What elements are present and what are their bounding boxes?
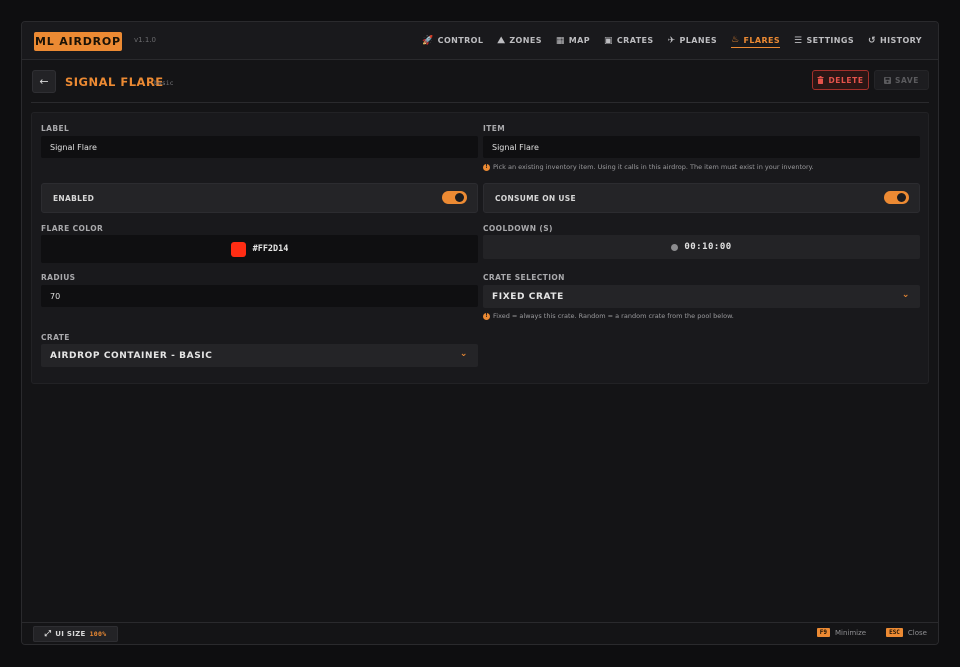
item-hint-text: Pick an existing inventory item. Using i…: [493, 163, 814, 171]
radius-input[interactable]: 70: [41, 285, 478, 307]
consume-toggle-row[interactable]: CONSUME ON USE: [483, 183, 920, 213]
crate-icon: ▣: [603, 35, 613, 46]
nav-item-control[interactable]: 🚀 CONTROL: [422, 33, 483, 48]
enabled-toggle-row[interactable]: ENABLED: [41, 183, 478, 213]
floppy-icon: [883, 76, 891, 84]
top-bar: ML AIRDROP v1.1.0 🚀 CONTROL ⛰ ZONES ▦ MAP ▣ CRA…: [22, 22, 938, 60]
toggle-knob: [455, 193, 464, 202]
cooldown-label: COOLDOWN (S): [483, 224, 553, 233]
map-icon: ▦: [555, 35, 565, 46]
crate-selection-hint: ! Fixed = always this crate. Random = a …: [483, 312, 734, 320]
app-logo: ML AIRDROP: [34, 32, 122, 51]
nav-item-label: SETTINGS: [806, 36, 855, 45]
footer-bar: ⤢ UI SIZE 100% F9 Minimize ESC Close: [22, 622, 938, 644]
delete-button[interactable]: DELETE: [812, 70, 869, 90]
label-field-label: LABEL: [41, 124, 70, 133]
crate-label: CRATE: [41, 333, 70, 342]
cooldown-value: 00:10:00: [684, 242, 732, 252]
nav-item-settings[interactable]: ☰ SETTINGS: [794, 33, 854, 48]
flare-color-picker[interactable]: #FF2D14: [41, 235, 478, 263]
nav-item-flares[interactable]: ♨ FLARES: [731, 33, 781, 48]
flare-form: LABEL Signal Flare ENABLED FLARE COLOR #…: [31, 112, 929, 384]
nav-item-label: CONTROL: [437, 36, 484, 45]
zones-icon: ⛰: [497, 35, 506, 46]
ui-size-button[interactable]: ⤢ UI SIZE 100%: [33, 626, 118, 642]
minimize-key: F9: [816, 628, 830, 637]
app-window: ML AIRDROP v1.1.0 🚀 CONTROL ⛰ ZONES ▦ MAP ▣ CRA…: [21, 21, 939, 645]
hotkeys: F9 Minimize ESC Close: [816, 628, 927, 637]
nav-item-map[interactable]: ▦ MAP: [556, 33, 590, 48]
nav-item-label: PLANES: [679, 36, 718, 45]
nav-item-label: CRATES: [616, 36, 654, 45]
minimize-hotkey[interactable]: F9 Minimize: [816, 628, 867, 637]
enabled-toggle[interactable]: [442, 191, 467, 204]
nav-item-label: ZONES: [509, 36, 542, 45]
crate-selection-label: CRATE SELECTION: [483, 273, 565, 282]
plane-icon: ✈: [667, 35, 676, 46]
enabled-label: ENABLED: [53, 194, 95, 203]
info-icon: !: [483, 163, 490, 171]
crate-select[interactable]: AIRDROP CONTAINER - BASIC ⌄: [41, 344, 478, 367]
item-label: ITEM: [483, 124, 506, 133]
close-hotkey[interactable]: ESC Close: [886, 628, 927, 637]
flare-color-label: FLARE COLOR: [41, 224, 104, 233]
history-icon: ↺: [868, 35, 876, 46]
info-icon: !: [483, 312, 490, 320]
clock-icon: [671, 243, 679, 251]
close-label: Close: [907, 628, 927, 637]
minimize-label: Minimize: [834, 628, 867, 637]
crate-selection-hint-text: Fixed = always this crate. Random = a ra…: [493, 312, 734, 320]
color-swatch[interactable]: [230, 241, 246, 257]
arrow-left-icon: ←: [39, 75, 49, 88]
crate-select-value: AIRDROP CONTAINER - BASIC: [50, 350, 213, 361]
nav-item-zones[interactable]: ⛰ ZONES: [497, 33, 542, 48]
crate-selection-value: FIXED CRATE: [492, 291, 564, 302]
save-button[interactable]: SAVE: [874, 70, 929, 90]
label-input[interactable]: Signal Flare: [41, 136, 478, 158]
app-version: v1.1.0: [134, 36, 156, 44]
flame-icon: ♨: [731, 35, 740, 45]
close-key: ESC: [886, 628, 903, 637]
trash-icon: [817, 76, 824, 84]
main-nav: 🚀 CONTROL ⛰ ZONES ▦ MAP ▣ CRATES ✈ PLANES ♨ FLARES ☰…: [422, 33, 922, 48]
save-label: SAVE: [894, 75, 920, 85]
nav-item-crates[interactable]: ▣ CRATES: [604, 33, 654, 48]
nav-item-label: HISTORY: [879, 36, 922, 45]
ui-size-value: 100%: [89, 630, 107, 638]
crate-selection-select[interactable]: FIXED CRATE ⌄: [483, 285, 920, 308]
resize-icon: ⤢: [44, 629, 52, 638]
consume-label: CONSUME ON USE: [495, 194, 576, 203]
back-button[interactable]: ←: [32, 70, 56, 93]
nav-item-planes[interactable]: ✈ PLANES: [668, 33, 717, 48]
sliders-icon: ☰: [794, 35, 803, 46]
delete-label: DELETE: [828, 75, 864, 85]
consume-toggle[interactable]: [884, 191, 909, 204]
chevron-down-icon: ⌄: [459, 349, 468, 359]
page-title: SIGNAL FLARE: [65, 75, 164, 89]
radius-label: RADIUS: [41, 273, 76, 282]
item-hint: ! Pick an existing inventory item. Using…: [483, 163, 814, 171]
chevron-down-icon: ⌄: [901, 290, 910, 300]
page-header: ← SIGNAL FLARE basic DELETE SAVE: [31, 69, 929, 103]
flare-color-value: #FF2D14: [252, 244, 289, 254]
item-input[interactable]: Signal Flare: [483, 136, 920, 158]
cooldown-input[interactable]: 00:10:00: [483, 235, 920, 259]
toggle-knob: [897, 193, 906, 202]
page-subtitle: basic: [154, 79, 174, 87]
ui-size-label: UI SIZE: [55, 630, 86, 638]
nav-item-label: MAP: [568, 36, 590, 45]
rocket-icon: 🚀: [422, 35, 434, 46]
nav-item-history[interactable]: ↺ HISTORY: [868, 33, 922, 48]
nav-item-label: FLARES: [743, 35, 781, 45]
